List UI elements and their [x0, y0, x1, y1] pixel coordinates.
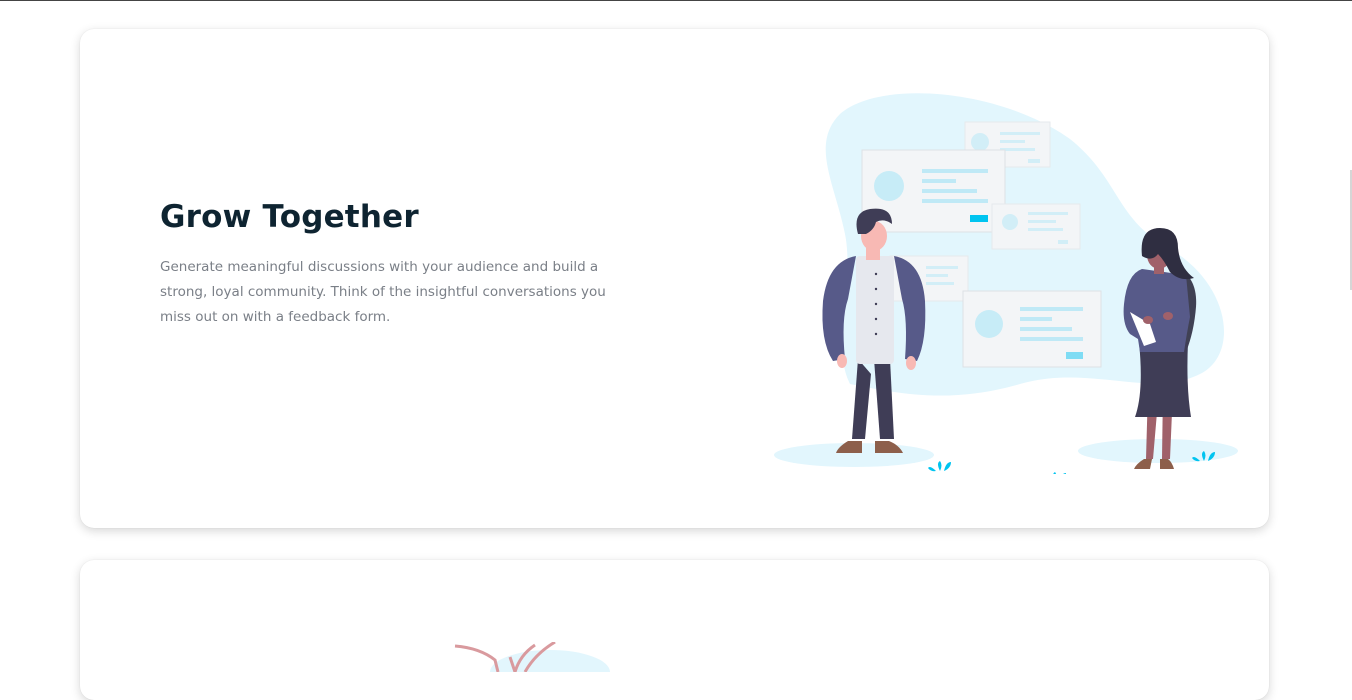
feature-title: Grow Together — [160, 199, 419, 235]
ground-shadow-right — [1078, 439, 1238, 463]
message-panel-small-2 — [991, 203, 1081, 250]
message-panel-large-2 — [962, 290, 1102, 368]
top-border — [0, 0, 1352, 1]
people-discussion-illustration — [774, 93, 1238, 474]
feature-illustration-partial — [454, 642, 610, 672]
feature-card-next — [80, 560, 1269, 700]
feature-card-grow-together: Grow Together Generate meaningful discus… — [80, 29, 1269, 528]
feature-description: Generate meaningful discussions with you… — [160, 259, 606, 325]
